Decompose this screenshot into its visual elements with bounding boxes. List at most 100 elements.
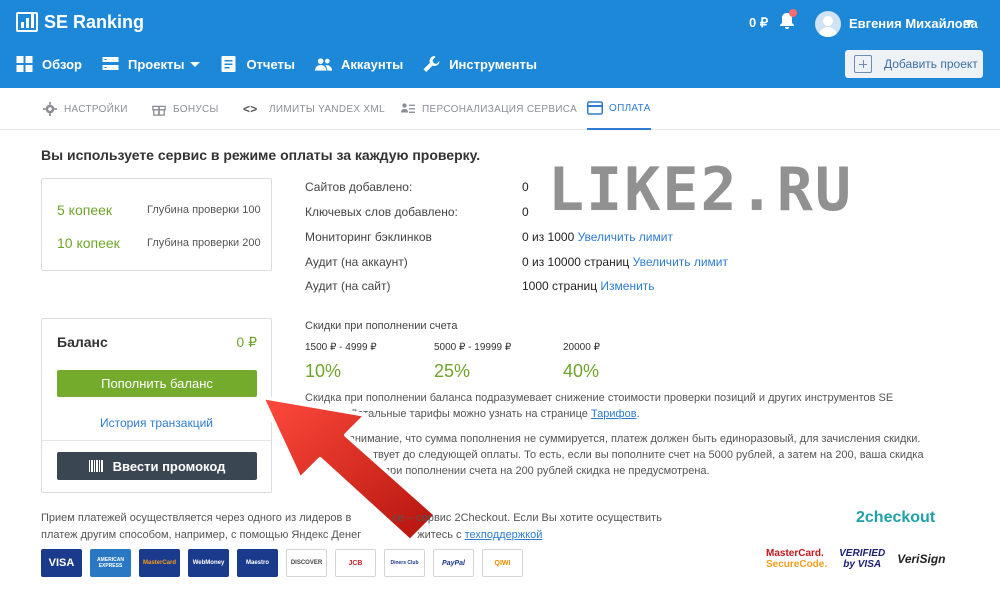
add-project-button[interactable]: Добавить проект (845, 50, 983, 78)
nav-item-projects[interactable]: Проекты (102, 48, 201, 80)
page-title: Вы используете сервис в режиме оплаты за… (41, 147, 481, 163)
nav-item-accounts[interactable]: Аккаунты (315, 48, 403, 80)
divider (42, 440, 271, 441)
header-balance[interactable]: 0 ₽ (749, 15, 768, 31)
stat-label: Аудит (на аккаунт) (305, 255, 408, 269)
verified-by-visa-badge: VERIFIED by VISA (839, 548, 885, 570)
app-name: SE Ranking (44, 11, 145, 32)
amex-logo: AMERICAN EXPRESS (90, 549, 131, 577)
nav-item-label: Обзор (42, 56, 82, 72)
stat-value: 0 (522, 205, 529, 219)
transaction-history-link[interactable]: История транзакций (42, 416, 271, 430)
main-nav: Обзор Проекты Отчеты Аккаунты Инструмент… (0, 48, 541, 80)
discount-tier: 20000 ₽ 40% (563, 342, 600, 382)
barcode-icon (88, 460, 104, 472)
mastercard-logo: MasterCard (139, 549, 180, 577)
stat-row: Аудит (на аккаунт) 0 из 10000 страниц Ув… (305, 255, 765, 271)
maestro-logo: Maestro (237, 549, 278, 577)
jcb-logo: JCB (335, 549, 376, 577)
increase-limit-link[interactable]: Увеличить лимит (578, 230, 673, 244)
text-line: платеж другим способом, например, с помо… (41, 527, 721, 544)
stat-value: 0 (522, 180, 529, 194)
nav-item-tools[interactable]: Инструменты (423, 48, 537, 80)
badge-text: MasterCard. (766, 548, 824, 559)
paypal-logo: PayPal (433, 549, 474, 577)
users-icon (315, 58, 332, 71)
avatar[interactable] (815, 11, 841, 37)
price-row: 5 копеек Глубина проверки 100 (57, 202, 261, 218)
projects-icon (102, 57, 119, 70)
badge-text: SecureCode. (766, 559, 828, 570)
nav-item-overview[interactable]: Обзор (16, 48, 82, 80)
promo-code-button[interactable]: Ввести промокод (57, 452, 257, 480)
tab-yandex-xml-limits[interactable]: <> ЛИМИТЫ YANDEX XML (243, 88, 385, 130)
discount-percent: 25% (434, 361, 471, 381)
qiwi-logo: QIWI (482, 549, 523, 577)
2checkout-logo: 2checkout (856, 509, 936, 526)
user-name[interactable]: Евгения Михайлова (849, 16, 978, 31)
discount-tier: 1500 ₽ - 4999 ₽ 10% (305, 342, 377, 382)
discount-percent: 10% (305, 361, 342, 381)
tab-label: НАСТРОЙКИ (64, 103, 128, 115)
stat-value: 1000 страниц (522, 279, 598, 293)
security-badges: MasterCard. SecureCode. VERIFIED by VISA… (766, 548, 946, 570)
verisign-badge: VeriSign (897, 551, 946, 566)
balance-title: Баланс (57, 334, 108, 350)
tab-bonuses[interactable]: БОНУСЫ (151, 88, 219, 130)
discount-percent: 40% (563, 361, 600, 381)
stat-label: Мониторинг бэклинков (305, 230, 432, 244)
app-logo[interactable]: SE Ranking (16, 10, 144, 34)
diners-club-logo: Diners Club (384, 549, 425, 577)
person-list-icon (401, 103, 415, 113)
nav-item-label: Аккаунты (341, 56, 404, 72)
promo-label: Ввести промокод (112, 458, 226, 474)
tariffs-link[interactable]: Тарифов (591, 408, 637, 420)
stat-row: Аудит (на сайт) 1000 страниц Изменить (305, 279, 765, 295)
tab-label: ПЕРСОНАЛИЗАЦИЯ СЕРВИСА (422, 103, 578, 115)
discounts-title: Скидки при пополнении счета (305, 320, 458, 332)
price-row: 10 копеек Глубина проверки 200 (57, 235, 261, 251)
tab-settings[interactable]: НАСТРОЙКИ (42, 88, 128, 130)
price-desc: Глубина проверки 200 (147, 237, 261, 249)
tab-label: ЛИМИТЫ YANDEX XML (269, 103, 385, 115)
balance-card: Баланс 0 ₽ Пополнить баланс История тран… (41, 318, 272, 493)
mastercard-securecode-badge: MasterCard. SecureCode. (766, 548, 827, 570)
gift-icon (152, 105, 166, 116)
nav-item-reports[interactable]: Отчеты (220, 48, 295, 80)
price-amount: 10 копеек (57, 235, 120, 251)
tab-label: ОПЛАТА (609, 102, 651, 114)
support-link[interactable]: техподдержкой (465, 529, 543, 541)
tab-label: БОНУСЫ (173, 103, 219, 115)
tab-payment[interactable]: ОПЛАТА (587, 88, 651, 130)
stat-value-wrap: 1000 страниц Изменить (522, 279, 655, 293)
logo-chart-icon (16, 12, 38, 32)
notification-dot (789, 9, 797, 17)
pricing-card: 5 копеек Глубина проверки 100 10 копеек … (41, 178, 272, 271)
badge-text: by VISA (843, 559, 882, 570)
webmoney-logo: WebMoney (188, 549, 229, 577)
payment-note: Прием платежей осуществляется через одно… (41, 510, 721, 544)
tab-personalization[interactable]: ПЕРСОНАЛИЗАЦИЯ СЕРВИСА (400, 88, 577, 130)
top-up-button[interactable]: Пополнить баланс (57, 370, 257, 397)
nav-item-label: Отчеты (246, 56, 295, 72)
discount-range: 20000 ₽ (563, 342, 600, 353)
text-fragment: Прием платежей осуществляется через одно… (41, 512, 352, 524)
increase-limit-link[interactable]: Увеличить лимит (633, 255, 728, 269)
wrench-icon (423, 56, 440, 72)
stat-value: 0 из 1000 (522, 230, 575, 244)
price-amount: 5 копеек (57, 202, 113, 218)
stat-value-wrap: 0 из 1000 Увеличить лимит (522, 230, 673, 244)
stat-label: Сайтов добавлено: (305, 180, 413, 194)
gear-icon (43, 102, 57, 116)
stat-label: Ключевых слов добавлено: (305, 205, 458, 219)
add-project-label: Добавить проект (884, 57, 978, 71)
discount-range: 5000 ₽ - 19999 ₽ (434, 342, 512, 353)
nav-item-label: Инструменты (449, 56, 537, 72)
watermark: LIKE2.RU (548, 155, 853, 225)
nav-item-label: Проекты (128, 56, 185, 72)
badge-text: VERIFIED (839, 548, 886, 559)
chevron-down-icon[interactable] (964, 20, 974, 26)
change-link[interactable]: Изменить (600, 279, 654, 293)
grid-icon (16, 56, 33, 72)
visa-logo: VISA (41, 549, 82, 577)
